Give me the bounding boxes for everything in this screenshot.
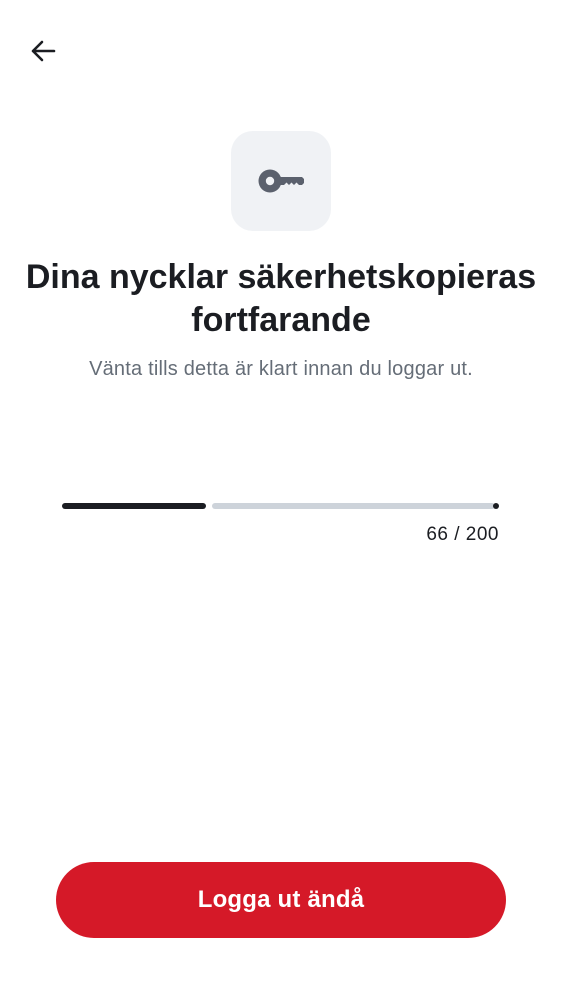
- page-subtitle: Vänta tills detta är klart innan du logg…: [89, 358, 473, 380]
- arrow-left-icon: [31, 40, 56, 62]
- key-icon: [258, 169, 304, 193]
- page-title: Dina nycklar säkerhetskopieras fortfaran…: [25, 258, 537, 339]
- key-icon-tile: [231, 131, 331, 231]
- progress-track: [212, 503, 495, 509]
- backup-progress-bar: [62, 502, 499, 510]
- progress-end-marker: [493, 503, 499, 509]
- logout-anyway-button[interactable]: Logga ut ändå: [56, 862, 506, 938]
- progress-fill: [62, 503, 206, 509]
- progress-count: 66 / 200: [426, 524, 499, 545]
- back-button[interactable]: [22, 30, 64, 72]
